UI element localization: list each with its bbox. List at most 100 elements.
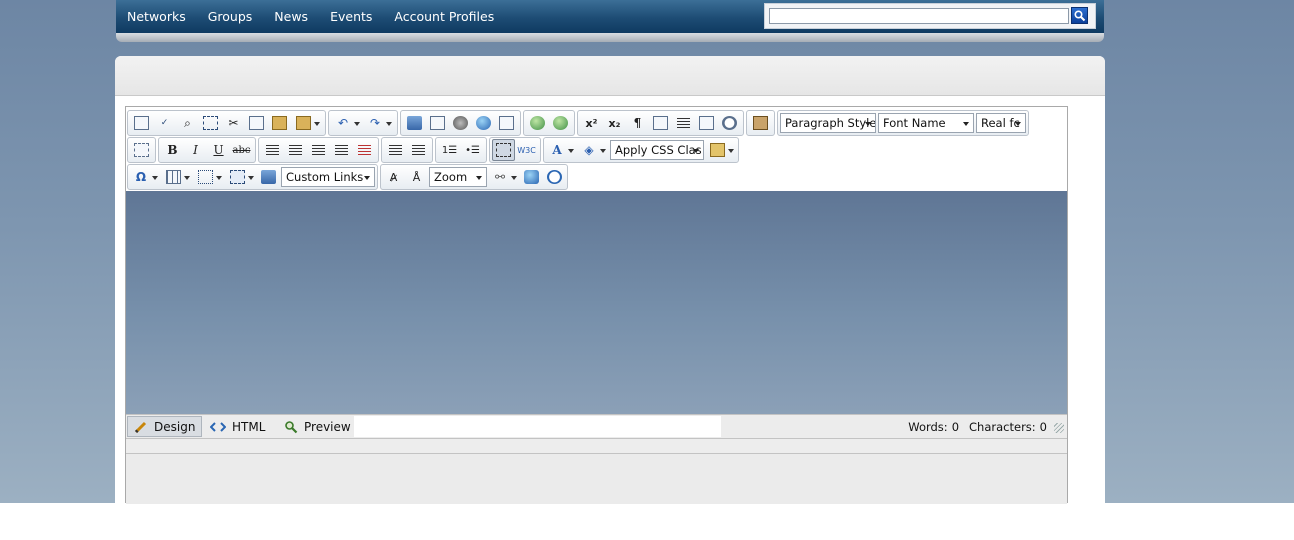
insert-time-button[interactable] — [718, 112, 741, 134]
insert-custom-link-dropdown[interactable] — [225, 166, 257, 188]
paste-options-icon — [295, 116, 311, 130]
bulleted-list-button[interactable]: •☰ — [461, 139, 484, 161]
align-right-button[interactable] — [307, 139, 330, 161]
strikethrough-button[interactable]: abc — [230, 139, 253, 161]
superscript-button[interactable]: x² — [580, 112, 603, 134]
undo-icon: ↶ — [337, 116, 349, 130]
module-manager-icon: ⚯ — [494, 170, 506, 184]
module-manager-dropdown[interactable]: ⚯ — [488, 166, 520, 188]
align-right-icon — [312, 144, 325, 156]
remove-alignment-button[interactable] — [353, 139, 376, 161]
template-manager-button[interactable] — [257, 166, 280, 188]
insert-date-button[interactable] — [695, 112, 718, 134]
toolbar-group-insert — [400, 110, 521, 136]
convert-lowercase-button[interactable]: A̷ — [382, 166, 405, 188]
redo-dropdown[interactable]: ↷ — [363, 112, 395, 134]
redo-icon: ↷ — [369, 116, 381, 130]
about-button[interactable] — [543, 166, 566, 188]
toggle-borders-button[interactable] — [492, 139, 515, 161]
magnifier-icon — [284, 420, 298, 434]
select-all-button[interactable] — [199, 112, 222, 134]
search-button[interactable] — [1071, 7, 1088, 24]
toolbar-group-lists: 1☰ •☰ — [435, 137, 487, 163]
nav-link-news[interactable]: News — [263, 9, 319, 24]
toolbar-group-align — [258, 137, 379, 163]
custom-links-select[interactable]: Custom Links — [281, 167, 375, 187]
insert-paragraph-button[interactable]: ¶ — [626, 112, 649, 134]
preview-mode-tab[interactable]: Preview — [278, 416, 357, 437]
format-stripper-button[interactable] — [749, 112, 772, 134]
insert-horizontal-rule-button[interactable] — [672, 112, 695, 134]
italic-button[interactable]: I — [184, 139, 207, 161]
convert-uppercase-button[interactable]: Å — [405, 166, 428, 188]
design-mode-tab[interactable]: Design — [127, 416, 202, 437]
toolbar-group-validate: W3C — [489, 137, 541, 163]
modules-button[interactable] — [130, 139, 153, 161]
indent-button[interactable] — [384, 139, 407, 161]
copy-icon — [249, 116, 264, 130]
underline-button[interactable]: U — [207, 139, 230, 161]
flash-manager-button[interactable] — [449, 112, 472, 134]
align-left-button[interactable] — [261, 139, 284, 161]
eraser-icon — [709, 143, 725, 157]
nav-link-networks[interactable]: Networks — [116, 9, 197, 24]
html-mode-tab[interactable]: HTML — [204, 416, 271, 437]
nav-link-account-profiles[interactable]: Account Profiles — [383, 9, 505, 24]
toolbar-group-edit: ✓ ⌕ ✂ — [127, 110, 326, 136]
resize-grip-icon[interactable] — [1054, 423, 1064, 433]
cut-button[interactable]: ✂ — [222, 112, 245, 134]
foreground-color-dropdown[interactable]: A — [545, 139, 577, 161]
css-class-select[interactable]: Apply CSS Clas — [610, 140, 704, 160]
characters-label: Characters: — [969, 419, 1036, 434]
hyperlink-button[interactable] — [526, 112, 549, 134]
xhtml-validator-button[interactable]: W3C — [515, 139, 538, 161]
insert-snippet-dropdown[interactable] — [193, 166, 225, 188]
subscript-button[interactable]: x₂ — [603, 112, 626, 134]
background-color-dropdown[interactable]: ◈ — [577, 139, 609, 161]
editor-bottom-panel — [126, 454, 1067, 504]
paste-options-dropdown[interactable] — [291, 112, 323, 134]
brush-icon — [753, 116, 768, 130]
nav-link-events[interactable]: Events — [319, 9, 383, 24]
print-button[interactable] — [130, 112, 153, 134]
format-painter-dropdown[interactable] — [705, 139, 737, 161]
nav-link-groups[interactable]: Groups — [197, 9, 264, 24]
justify-button[interactable] — [330, 139, 353, 161]
symbols-dropdown[interactable]: Ω — [129, 166, 161, 188]
numbered-list-button[interactable]: 1☰ — [438, 139, 461, 161]
spellcheck-icon: ✓ — [160, 118, 169, 128]
image-manager-button[interactable] — [403, 112, 426, 134]
toggle-screen-mode-button[interactable] — [520, 166, 543, 188]
paragraph-style-select[interactable]: Paragraph Style — [780, 113, 876, 133]
info-icon — [547, 170, 562, 184]
remove-link-button[interactable] — [549, 112, 572, 134]
document-manager-button[interactable] — [495, 112, 518, 134]
paste-icon — [272, 116, 287, 130]
insert-table-dropdown[interactable] — [161, 166, 193, 188]
bold-button[interactable]: B — [161, 139, 184, 161]
superscript-icon: x² — [585, 116, 598, 130]
underline-icon: U — [213, 143, 224, 157]
insert-form-element-button[interactable] — [649, 112, 672, 134]
find-replace-button[interactable]: ⌕ — [176, 112, 199, 134]
editor-content-area[interactable] — [126, 191, 1067, 414]
zoom-select[interactable]: Zoom — [429, 167, 487, 187]
toolbar-group-colors: A ◈ Apply CSS Clas — [543, 137, 739, 163]
document-icon — [499, 116, 514, 130]
table-icon — [165, 170, 181, 184]
font-name-select[interactable]: Font Name — [878, 113, 974, 133]
toolbar-group-module — [127, 137, 156, 163]
copy-button[interactable] — [245, 112, 268, 134]
image-map-button[interactable] — [426, 112, 449, 134]
outdent-button[interactable] — [407, 139, 430, 161]
align-center-button[interactable] — [284, 139, 307, 161]
toolbar-row-3: Ω Custom Links A̷ Å Zoom ⚯ — [127, 164, 570, 190]
search-input[interactable] — [769, 8, 1069, 24]
spellcheck-button[interactable]: ✓ — [153, 112, 176, 134]
paste-button[interactable] — [268, 112, 291, 134]
undo-dropdown[interactable]: ↶ — [331, 112, 363, 134]
media-manager-button[interactable] — [472, 112, 495, 134]
toggle-borders-icon — [496, 143, 511, 157]
font-size-select[interactable]: Real fc — [976, 113, 1026, 133]
fullscreen-icon — [524, 170, 539, 184]
